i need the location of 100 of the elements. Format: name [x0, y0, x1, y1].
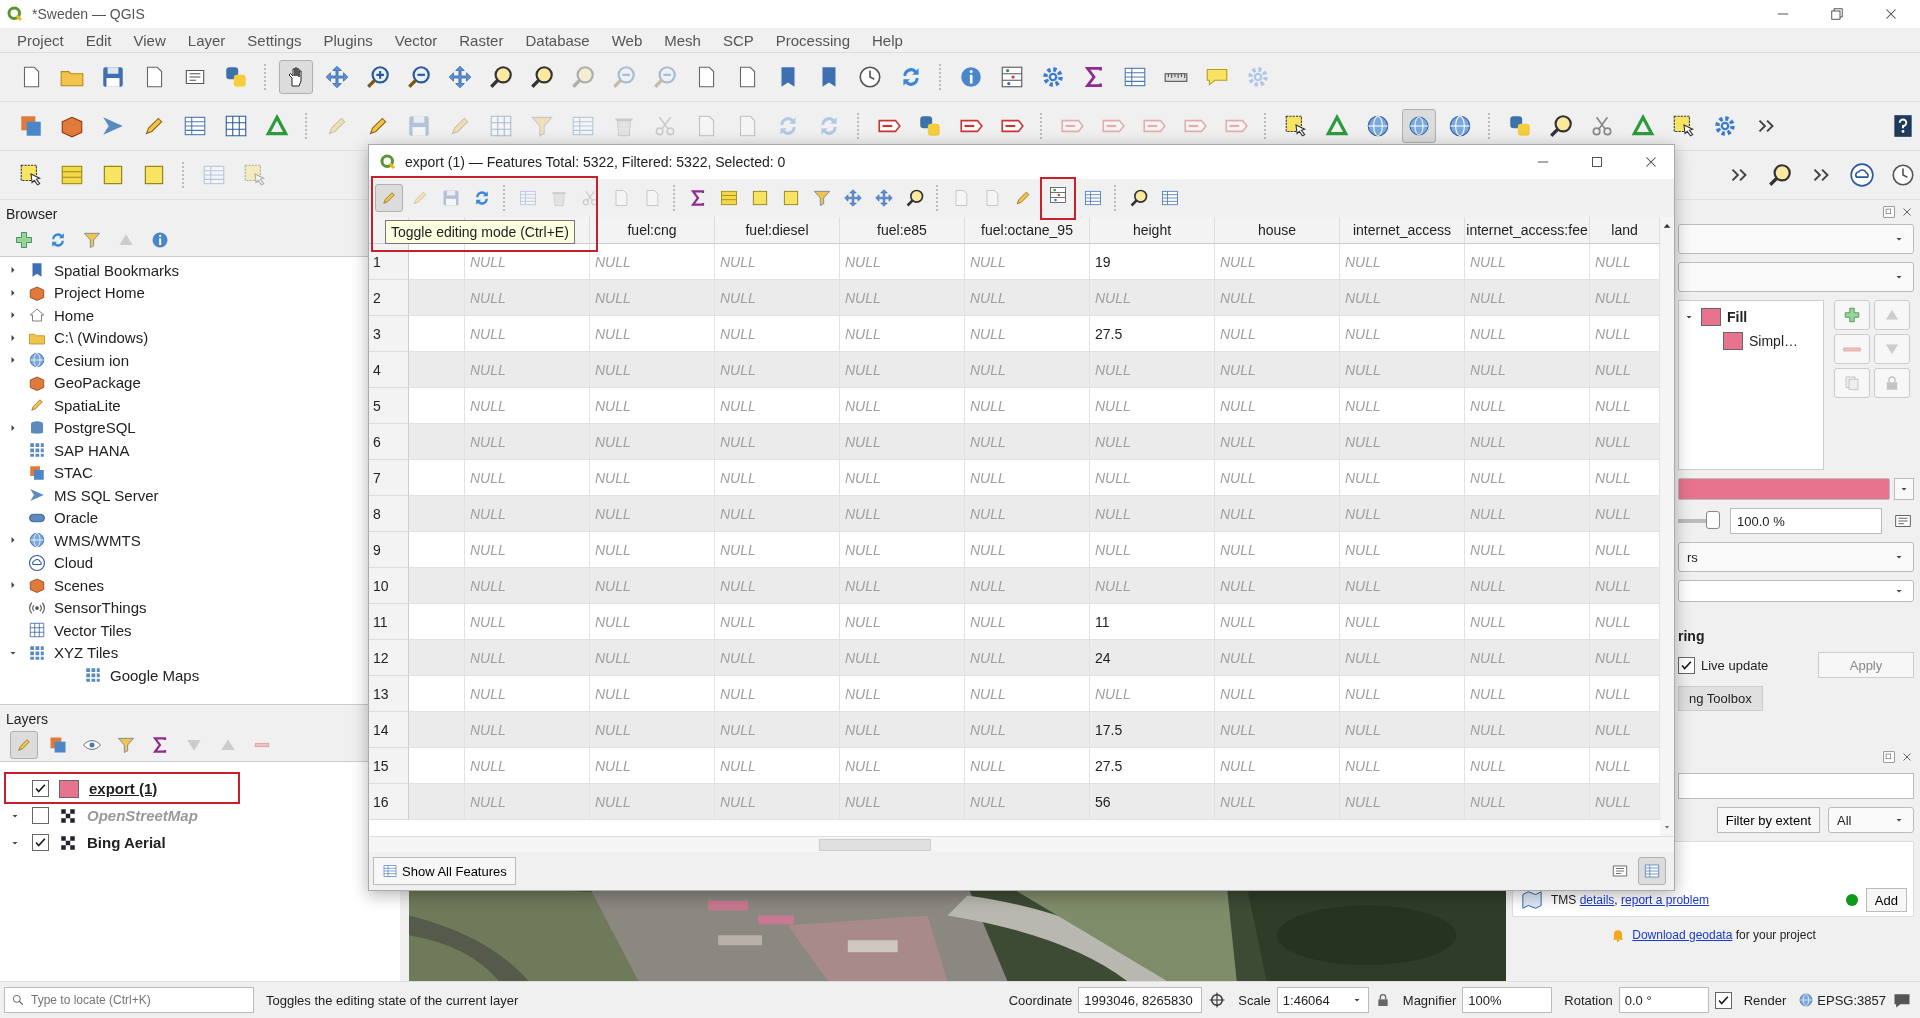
table-cell: NULL — [1215, 784, 1340, 820]
status-message: Toggles the editing state of the current layer — [266, 992, 519, 1008]
table-cell: 56 — [1090, 784, 1215, 820]
table-cell: NULL — [465, 568, 590, 604]
table-cell: NULL — [465, 712, 590, 748]
table-cell: NULL — [465, 532, 590, 568]
table-cell: NULL — [1340, 784, 1465, 820]
table-cell: NULL — [590, 388, 715, 424]
table-cell: NULL — [840, 460, 965, 496]
table-cell: NULL — [1465, 640, 1590, 676]
table-cell: NULL — [840, 352, 965, 388]
table-cell: NULL — [1465, 460, 1590, 496]
table-cell: NULL — [715, 280, 840, 316]
table-cell: NULL — [1590, 676, 1660, 712]
table-cell: NULL — [1340, 244, 1465, 280]
coordinate-label: Coordinate — [1008, 992, 1073, 1008]
table-cell: NULL — [465, 424, 590, 460]
checkbox-label: Live update — [1701, 657, 1769, 673]
table-cell: NULL — [1215, 568, 1340, 604]
table-cell: NULL — [965, 244, 1090, 280]
table-cell: NULL — [465, 784, 590, 820]
table-cell: NULL — [1215, 316, 1340, 352]
table-cell: NULL — [1590, 640, 1660, 676]
table-cell: NULL — [1090, 460, 1215, 496]
table-cell: NULL — [840, 424, 965, 460]
table-cell: NULL — [715, 712, 840, 748]
table-cell: NULL — [465, 388, 590, 424]
table-cell: NULL — [1340, 676, 1465, 712]
table-cell: NULL — [1215, 604, 1340, 640]
table-cell: NULL — [840, 748, 965, 784]
magnifier-label: Magnifier — [1402, 992, 1457, 1008]
table-cell: NULL — [715, 532, 840, 568]
table-cell: NULL — [1215, 424, 1340, 460]
tooltip: Toggle editing mode (Ctrl+E) — [385, 220, 575, 244]
table-cell: NULL — [1340, 388, 1465, 424]
table-cell: NULL — [465, 640, 590, 676]
table-cell: NULL — [590, 352, 715, 388]
table-cell: NULL — [1465, 784, 1590, 820]
table-cell: NULL — [1590, 316, 1660, 352]
table-cell: NULL — [590, 316, 715, 352]
table-cell: NULL — [1590, 280, 1660, 316]
table-cell: NULL — [1465, 532, 1590, 568]
table-cell: NULL — [1090, 424, 1215, 460]
table-cell: NULL — [715, 316, 840, 352]
table-cell: NULL — [1340, 640, 1465, 676]
table-cell: NULL — [1215, 748, 1340, 784]
table-cell: NULL — [1590, 388, 1660, 424]
table-cell: 11 — [1090, 604, 1215, 640]
table-cell: NULL — [1590, 424, 1660, 460]
table-cell: NULL — [840, 712, 965, 748]
table-cell: NULL — [465, 604, 590, 640]
table-cell: NULL — [465, 748, 590, 784]
table-cell: NULL — [1090, 352, 1215, 388]
table-cell: NULL — [1215, 388, 1340, 424]
table-cell: NULL — [840, 316, 965, 352]
table-cell: NULL — [840, 676, 965, 712]
table-cell: NULL — [1590, 568, 1660, 604]
table-cell: 24 — [1090, 640, 1215, 676]
table-cell: NULL — [1465, 676, 1590, 712]
table-cell: NULL — [590, 532, 715, 568]
table-cell: 19 — [1090, 244, 1215, 280]
table-cell: NULL — [1090, 568, 1215, 604]
table-cell: NULL — [965, 388, 1090, 424]
table-cell: NULL — [840, 244, 965, 280]
table-cell: 27.5 — [1090, 748, 1215, 784]
table-cell: NULL — [1465, 244, 1590, 280]
table-cell: NULL — [965, 280, 1090, 316]
table-cell: NULL — [1090, 676, 1215, 712]
table-cell: NULL — [1465, 496, 1590, 532]
table-cell: NULL — [1340, 352, 1465, 388]
table-cell: NULL — [590, 784, 715, 820]
table-cell: NULL — [1590, 748, 1660, 784]
source-description: TMS details, report a problem — [1551, 893, 1710, 907]
table-cell: NULL — [715, 352, 840, 388]
table-cell: NULL — [965, 316, 1090, 352]
notice-text: Download geodata for your project — [1632, 928, 1816, 942]
table-cell: NULL — [1340, 496, 1465, 532]
table-cell: NULL — [965, 460, 1090, 496]
table-cell: NULL — [965, 784, 1090, 820]
table-cell: NULL — [1340, 460, 1465, 496]
table-cell: NULL — [965, 496, 1090, 532]
table-cell: NULL — [715, 496, 840, 532]
rotation-label: Rotation — [1564, 992, 1613, 1008]
table-cell: NULL — [1090, 496, 1215, 532]
table-cell: NULL — [1590, 244, 1660, 280]
table-cell: NULL — [965, 352, 1090, 388]
table-cell: NULL — [1215, 640, 1340, 676]
table-cell: NULL — [840, 568, 965, 604]
table-cell: NULL — [1590, 604, 1660, 640]
table-cell: NULL — [1465, 280, 1590, 316]
table-cell: NULL — [840, 388, 965, 424]
table-cell: NULL — [840, 532, 965, 568]
table-cell: NULL — [965, 748, 1090, 784]
table-cell: NULL — [1590, 496, 1660, 532]
table-cell: NULL — [1090, 388, 1215, 424]
table-cell: NULL — [465, 460, 590, 496]
table-cell: NULL — [1215, 352, 1340, 388]
table-cell: 17.5 — [1090, 712, 1215, 748]
table-cell: NULL — [715, 244, 840, 280]
table-cell: NULL — [840, 640, 965, 676]
